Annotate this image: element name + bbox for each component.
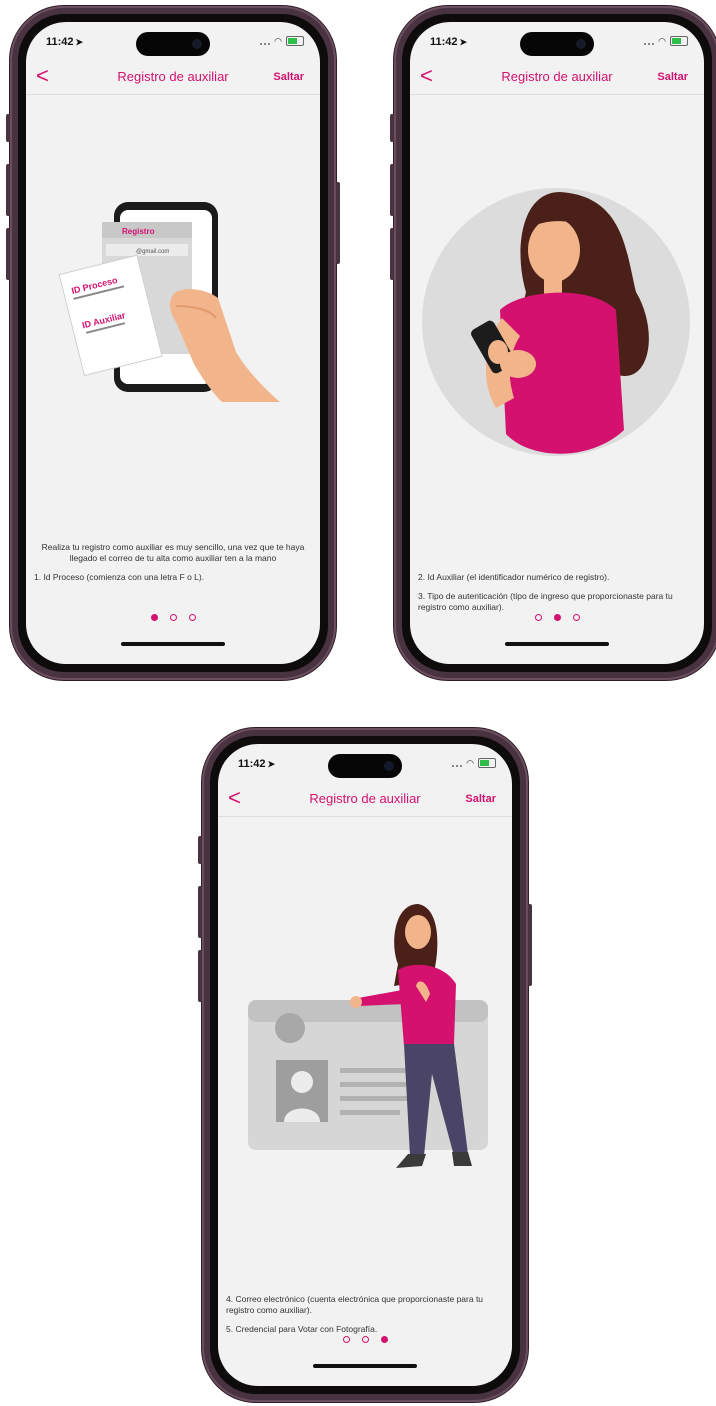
woman-phone-illustration [410,172,704,487]
location-icon: ➤ [459,37,468,47]
woman-id-card-illustration [218,894,512,1219]
caption-item-1: 1. Id Proceso (comienza con una letra F … [34,572,205,582]
page-dot-1[interactable] [534,614,542,621]
page-dot-3[interactable] [380,1336,388,1343]
status-bar: 11:42 ➤ ◠ [410,22,704,62]
status-time: 11:42 ➤ [430,36,468,48]
page-indicator [410,614,704,621]
phone-hand-illustration: Registro @gmail.com ID Proceso ID Auxili… [26,202,320,437]
caption-item-3: 3. Tipo de autenticación (tipo de ingres… [418,591,673,612]
onboarding-screen-2: 11:42➤ ◠ < Registro de auxiliar Saltar [410,22,704,664]
onboarding-caption: Realiza tu registro como auxiliar es muy… [34,542,312,591]
nav-bar: < Registro de auxiliar Saltar [218,784,512,817]
location-icon: ➤ [75,37,84,47]
status-icons: ◠ [452,758,496,768]
status-bar: 11:42 ➤ ◠ [26,22,320,62]
page-dot-1[interactable] [150,614,158,621]
skip-button[interactable]: Saltar [657,71,688,83]
status-bar: 11:42 ➤ ◠ [218,744,512,784]
volume-up-button [6,164,10,216]
page-indicator [26,614,320,621]
card-header-text: Registro [122,227,155,236]
phone-frame-2: 11:42➤ ◠ < Registro de auxiliar Saltar [390,6,716,680]
caption-intro: Realiza tu registro como auxiliar es muy… [41,542,305,563]
caption-item-5: 5. Credencial para Votar con Fotografía. [226,1324,378,1334]
page-dot-2[interactable] [361,1336,369,1343]
wifi-icon: ◠ [466,758,474,768]
onboarding-screen-1: 11:42 ➤ ◠ < Registro de auxiliar Saltar R… [26,22,320,664]
location-icon: ➤ [267,759,276,769]
mute-switch [198,836,202,864]
mute-switch [6,114,10,142]
skip-button[interactable]: Saltar [465,793,496,805]
page-dot-2[interactable] [169,614,177,621]
skip-button[interactable]: Saltar [273,71,304,83]
battery-icon [478,758,496,768]
status-time: 11:42 ➤ [46,36,84,48]
power-button [528,904,532,986]
volume-down-button [390,228,394,280]
page-dot-2[interactable] [553,614,561,621]
volume-down-button [6,228,10,280]
page-indicator [218,1336,512,1343]
phone-frame-3: 11:42➤ ◠ < Registro de auxiliar Saltar [198,728,532,1402]
battery-icon [670,36,688,46]
status-time: 11:42 ➤ [238,758,276,770]
caption-item-4: 4. Correo electrónico (cuenta electrónic… [226,1294,484,1315]
volume-up-button [390,164,394,216]
nav-bar: < Registro de auxiliar Saltar [26,62,320,95]
page-dot-3[interactable] [188,614,196,621]
battery-icon [286,36,304,46]
status-icons: ◠ [644,36,688,46]
dynamic-island [328,754,402,778]
nav-bar: < Registro de auxiliar Saltar [410,62,704,95]
page-dot-3[interactable] [572,614,580,621]
status-icons: ◠ [260,36,304,46]
home-indicator[interactable] [505,642,609,646]
phone-frame-1: 11:42 ➤ ◠ < Registro de auxiliar Saltar R… [6,6,340,680]
signal-icon [452,759,463,767]
power-button [336,182,340,264]
dynamic-island [136,32,210,56]
signal-icon [260,37,271,45]
signal-icon [644,37,655,45]
caption-item-2: 2. Id Auxiliar (el identificador numéric… [418,572,610,582]
card-email-text: @gmail.com [136,249,169,255]
wifi-icon: ◠ [274,36,282,46]
wifi-icon: ◠ [658,36,666,46]
dynamic-island [520,32,594,56]
volume-up-button [198,886,202,938]
mute-switch [390,114,394,142]
onboarding-screen-3: 11:42➤ ◠ < Registro de auxiliar Saltar [218,744,512,1386]
home-indicator[interactable] [313,1364,417,1368]
home-indicator[interactable] [121,642,225,646]
volume-down-button [198,950,202,1002]
page-dot-1[interactable] [342,1336,350,1343]
